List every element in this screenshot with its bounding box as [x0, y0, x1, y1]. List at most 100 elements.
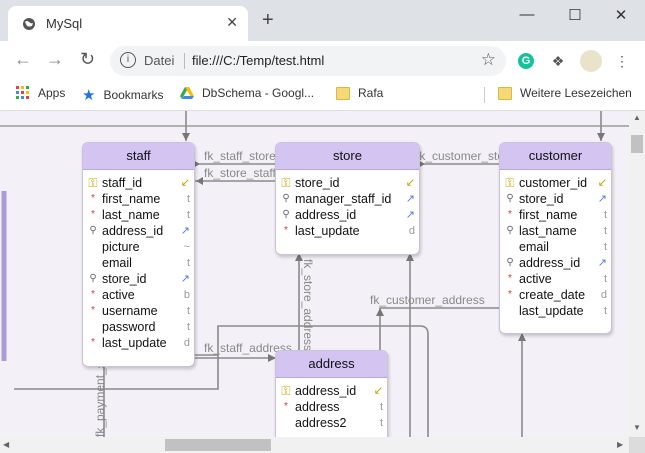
- column-row[interactable]: ⚲ last_name t: [500, 223, 611, 239]
- column-name: last_name: [102, 208, 160, 222]
- entity-address[interactable]: address ⚿ address_id ↙ * address t address2 t: [275, 350, 388, 437]
- horizontal-scrollbar[interactable]: ◀ ▶: [0, 437, 629, 453]
- horizontal-scroll-thumb[interactable]: [165, 439, 271, 451]
- column-name: store_id: [102, 272, 147, 286]
- column-row[interactable]: * address t: [276, 399, 387, 415]
- back-arrow-icon[interactable]: ←: [14, 49, 32, 70]
- column-row[interactable]: email t: [83, 255, 194, 271]
- tab-close-icon[interactable]: ✕: [226, 14, 238, 31]
- text-type-icon: t: [603, 225, 607, 237]
- not-null-marker: *: [91, 209, 95, 220]
- scroll-left-arrow-icon[interactable]: ◀: [3, 440, 9, 449]
- column-row[interactable]: last_update t: [500, 303, 611, 319]
- column-row[interactable]: address2 t: [276, 415, 387, 431]
- forward-arrow-icon[interactable]: →: [46, 49, 64, 70]
- new-tab-button[interactable]: +: [262, 10, 274, 30]
- column-row[interactable]: ⚲ address_id ↗: [83, 223, 194, 239]
- relation-label-fk-store-address[interactable]: fk_store_address: [301, 259, 315, 351]
- reference-type-icon: ↗: [405, 209, 415, 221]
- column-row[interactable]: * last_update d: [83, 335, 194, 351]
- menu-dots-icon[interactable]: ⋮: [614, 53, 630, 69]
- date-type-icon: d: [600, 289, 607, 301]
- column-row[interactable]: ⚿ customer_id ↙: [500, 175, 611, 191]
- column-row[interactable]: password t: [83, 319, 194, 335]
- relation-label-fk-staff-store[interactable]: fk_staff_store: [204, 149, 276, 163]
- column-row[interactable]: ⚲ manager_staff_id ↗: [276, 191, 419, 207]
- key-type-icon: ↙: [373, 385, 383, 397]
- vertical-scroll-thumb[interactable]: [631, 135, 643, 153]
- column-row[interactable]: * active t: [500, 271, 611, 287]
- info-icon[interactable]: i: [120, 52, 136, 68]
- bookmark-other[interactable]: Weitere Lesezeichen: [498, 86, 632, 100]
- column-name: store_id: [519, 192, 564, 206]
- text-type-icon: t: [186, 257, 190, 269]
- column-list: ⚿ store_id ↙ ⚲ manager_staff_id ↗ ⚲ address_id ↗…: [276, 170, 419, 239]
- address-bar[interactable]: i Datei file:///C:/Temp/test.html ☆: [110, 46, 506, 76]
- column-row[interactable]: ⚿ store_id ↙: [276, 175, 419, 191]
- bookmark-dbschema[interactable]: DbSchema - Googl...: [180, 86, 314, 100]
- relation-label-fk-customer-address[interactable]: fk_customer_address: [370, 293, 485, 307]
- maximize-button[interactable]: ☐: [560, 6, 590, 26]
- column-row[interactable]: * first_name t: [83, 191, 194, 207]
- not-null-marker: *: [91, 193, 95, 204]
- profile-avatar[interactable]: [580, 50, 602, 72]
- browser-toolbar: ← → ↻ i Datei file:///C:/Temp/test.html …: [0, 41, 645, 80]
- entity-store[interactable]: store ⚿ store_id ↙ ⚲ manager_staff_id ↗ ⚲ addre…: [275, 142, 420, 255]
- primary-key-icon: ⚿: [281, 176, 291, 190]
- reference-type-icon: ↗: [597, 257, 607, 269]
- bookmark-apps[interactable]: Apps: [16, 86, 65, 100]
- column-name: active: [519, 272, 552, 286]
- browser-tab[interactable]: MySql ✕: [8, 6, 248, 41]
- column-row[interactable]: * last_update d: [276, 223, 419, 239]
- url-text[interactable]: file:///C:/Temp/test.html: [192, 53, 324, 68]
- entity-title[interactable]: customer: [500, 143, 611, 170]
- scroll-down-arrow-icon[interactable]: ▼: [633, 423, 641, 432]
- column-name: address_id: [295, 208, 357, 222]
- column-row[interactable]: * first_name t: [500, 207, 611, 223]
- column-row[interactable]: * create_date d: [500, 287, 611, 303]
- bookmark-rafa[interactable]: Rafa: [336, 86, 383, 100]
- star-icon: ★: [82, 87, 96, 104]
- bookmark-bookmarks[interactable]: ★ Bookmarks: [82, 86, 164, 104]
- bookmark-label: Weitere Lesezeichen: [520, 86, 632, 100]
- entity-staff[interactable]: staff ⚿ staff_id ↙ * first_name t * last_name t ⚲…: [82, 142, 195, 367]
- puzzle-extensions-icon[interactable]: ❖: [550, 53, 566, 69]
- column-row[interactable]: ⚲ address_id ↗: [276, 207, 419, 223]
- bookmark-star-icon[interactable]: ☆: [481, 50, 496, 70]
- vertical-scrollbar[interactable]: ▲ ▼: [629, 111, 645, 437]
- diagram-canvas[interactable]: fk_staff_store fk_store_staff fk_custome…: [0, 111, 629, 437]
- column-name: password: [102, 320, 156, 334]
- column-row[interactable]: ⚲ store_id ↗: [500, 191, 611, 207]
- entity-title[interactable]: address: [276, 351, 387, 378]
- entity-customer[interactable]: customer ⚿ customer_id ↙ ⚲ store_id ↗ * first_n…: [499, 142, 612, 334]
- folder-icon: [336, 87, 350, 100]
- reload-icon[interactable]: ↻: [80, 49, 95, 70]
- column-row[interactable]: * last_name t: [83, 207, 194, 223]
- minimize-button[interactable]: —: [512, 6, 542, 26]
- column-row[interactable]: * username t: [83, 303, 194, 319]
- entity-title[interactable]: store: [276, 143, 419, 170]
- column-row[interactable]: email t: [500, 239, 611, 255]
- column-row[interactable]: * active b: [83, 287, 194, 303]
- scroll-right-arrow-icon[interactable]: ▶: [617, 440, 623, 449]
- column-row[interactable]: ⚿ staff_id ↙: [83, 175, 194, 191]
- text-type-icon: t: [379, 401, 383, 413]
- column-row[interactable]: ⚲ address_id ↗: [500, 255, 611, 271]
- date-type-icon: d: [183, 337, 190, 349]
- foreign-key-icon: ⚲: [506, 257, 514, 268]
- grammarly-extension-icon[interactable]: G: [518, 53, 534, 69]
- column-name: last_update: [102, 336, 167, 350]
- globe-icon: [23, 18, 35, 30]
- scroll-up-arrow-icon[interactable]: ▲: [633, 113, 641, 122]
- omnibox-divider: [184, 53, 185, 69]
- column-row[interactable]: ⚲ store_id ↗: [83, 271, 194, 287]
- bookmark-label: DbSchema - Googl...: [202, 86, 315, 100]
- column-row[interactable]: ⚿ address_id ↙: [276, 383, 387, 399]
- close-window-button[interactable]: ✕: [606, 6, 636, 26]
- entity-title[interactable]: staff: [83, 143, 194, 170]
- bookmark-label: Rafa: [358, 86, 384, 100]
- relation-label-fk-store-staff[interactable]: fk_store_staff: [204, 166, 276, 180]
- column-row[interactable]: picture ~: [83, 239, 194, 255]
- column-list: ⚿ customer_id ↙ ⚲ store_id ↗ * first_name t ⚲ last…: [500, 170, 611, 319]
- bookmark-label: Bookmarks: [103, 88, 164, 102]
